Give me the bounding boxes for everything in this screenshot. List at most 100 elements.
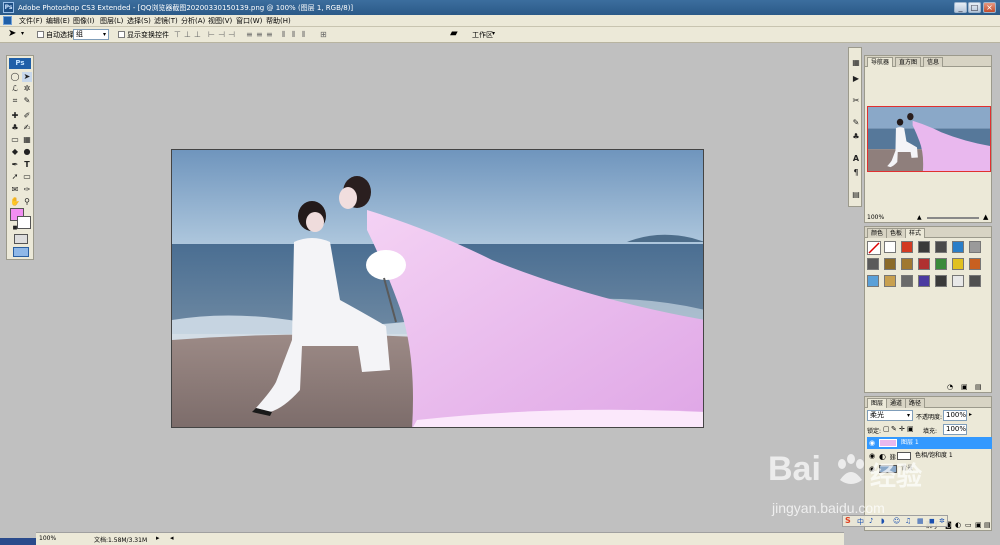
tab-swatches[interactable]: 色板	[886, 228, 907, 238]
minimize-button[interactable]: _	[954, 2, 967, 13]
style-none-swatch[interactable]	[867, 241, 881, 255]
style-swatch[interactable]	[867, 275, 879, 287]
maximize-button[interactable]: □	[968, 2, 981, 13]
doc-icon[interactable]	[3, 16, 12, 25]
style-swatch[interactable]	[867, 258, 879, 270]
tab-histogram[interactable]: 直方图	[895, 57, 922, 67]
clone-stamp-tool-icon[interactable]: ♣	[10, 123, 20, 133]
document-canvas[interactable]	[171, 149, 704, 428]
actions-panel-icon[interactable]: ▶	[851, 74, 861, 84]
crop-tool-icon[interactable]: ⌗	[10, 96, 20, 106]
path-selection-tool-icon[interactable]: ➚	[10, 172, 20, 182]
ime-halfwidth-icon[interactable]: ◗	[881, 517, 885, 525]
hand-tool-icon[interactable]: ✋	[10, 197, 20, 207]
lock-position-icon[interactable]: ✛	[899, 425, 905, 433]
align-vcenter-icon[interactable]: ⊥	[184, 30, 191, 39]
close-button[interactable]: ×	[983, 2, 996, 13]
magic-wand-tool-icon[interactable]: ✲	[22, 84, 32, 94]
slice-tool-icon[interactable]: ✎	[22, 96, 32, 106]
menu-window[interactable]: 窗口(W)	[236, 16, 262, 26]
distribute-bottom-icon[interactable]: ≡	[266, 30, 273, 39]
tab-navigator[interactable]: 导航器	[867, 57, 894, 67]
clone-source-panel-icon[interactable]: ♣	[851, 132, 861, 142]
ime-punct-icon[interactable]: ♪	[869, 517, 873, 525]
navigator-thumbnail[interactable]	[867, 106, 991, 172]
auto-select-checkbox[interactable]	[37, 31, 44, 38]
status-menu-arrow-icon[interactable]: ▸	[156, 534, 160, 542]
ime-skin-icon[interactable]: ◼	[929, 517, 935, 525]
style-swatch[interactable]	[901, 241, 913, 253]
type-tool-icon[interactable]: T	[22, 160, 32, 170]
lock-image-icon[interactable]: ✎	[891, 425, 897, 433]
zoom-tool-icon[interactable]: ⚲	[22, 197, 32, 207]
style-swatch[interactable]	[952, 275, 964, 287]
dodge-tool-icon[interactable]: ●	[22, 147, 32, 157]
align-hcenter-icon[interactable]: ⊣	[218, 30, 225, 39]
style-swatch[interactable]	[969, 258, 981, 270]
bridge-icon[interactable]: ▰	[450, 28, 458, 39]
style-swatch[interactable]	[935, 275, 947, 287]
brushes-panel-icon[interactable]: ✎	[851, 118, 861, 128]
eraser-tool-icon[interactable]: ▭	[10, 135, 20, 145]
style-swatch[interactable]	[952, 258, 964, 270]
zoom-readout[interactable]: 100%	[39, 535, 56, 542]
ime-emoji-icon[interactable]: ☺	[893, 517, 900, 525]
styles-add-icon[interactable]: ▣	[961, 383, 968, 391]
style-swatch[interactable]	[918, 275, 930, 287]
auto-select-dropdown[interactable]: 组 ▾	[73, 29, 109, 40]
move-tool-icon[interactable]: ➤	[22, 72, 32, 82]
paragraph-panel-icon[interactable]: ¶	[851, 168, 861, 178]
healing-brush-tool-icon[interactable]: ✚	[10, 111, 20, 121]
show-transform-checkbox[interactable]	[118, 31, 125, 38]
distribute-left-icon[interactable]: ⫴	[282, 30, 285, 40]
history-brush-tool-icon[interactable]: ✍	[22, 123, 32, 133]
eyedropper-tool-icon[interactable]: ✑	[22, 185, 32, 195]
styles-trash-icon[interactable]: ▤	[975, 383, 982, 391]
menu-analysis[interactable]: 分析(A)	[181, 16, 205, 26]
distribute-vcenter-icon[interactable]: ≡	[256, 30, 263, 39]
marquee-tool-icon[interactable]: ◯	[10, 72, 20, 82]
screen-mode-icon[interactable]	[13, 247, 29, 257]
notes-tool-icon[interactable]: ✉	[10, 185, 20, 195]
pen-tool-icon[interactable]: ✒	[10, 160, 20, 170]
ime-voice-icon[interactable]: ♫	[905, 517, 911, 525]
opacity-input[interactable]: 100%	[943, 410, 967, 421]
quick-mask-icon[interactable]	[14, 234, 28, 244]
zoom-in-icon[interactable]: ▲	[983, 213, 988, 221]
style-swatch[interactable]	[884, 241, 896, 253]
menu-filter[interactable]: 滤镜(T)	[154, 16, 178, 26]
tab-channels[interactable]: 通道	[886, 398, 907, 408]
distribute-hcenter-icon[interactable]: ⫴	[292, 30, 295, 40]
style-swatch[interactable]	[901, 275, 913, 287]
gradient-tool-icon[interactable]: ▦	[22, 135, 32, 145]
tool-presets-panel-icon[interactable]: ✂	[851, 96, 861, 106]
align-right-icon[interactable]: ⊣	[228, 30, 235, 39]
style-swatch[interactable]	[935, 241, 947, 253]
blur-tool-icon[interactable]: ◆	[10, 147, 20, 157]
blend-mode-dropdown[interactable]: 柔光 ▾	[867, 410, 913, 421]
menu-file[interactable]: 文件(F)	[19, 16, 43, 26]
shape-tool-icon[interactable]: ▭	[22, 172, 32, 182]
style-swatch[interactable]	[969, 275, 981, 287]
lock-all-icon[interactable]: ▣	[907, 425, 914, 433]
character-panel-icon[interactable]: A	[851, 154, 861, 164]
menu-edit[interactable]: 编辑(E)	[46, 16, 70, 26]
style-swatch[interactable]	[884, 258, 896, 270]
ime-logo-icon[interactable]: S	[845, 516, 851, 525]
style-swatch[interactable]	[952, 241, 964, 253]
menu-view[interactable]: 视图(V)	[208, 16, 232, 26]
menu-layer[interactable]: 图层(L)	[100, 16, 123, 26]
ime-chinese-icon[interactable]: 中	[857, 517, 864, 527]
lasso-tool-icon[interactable]: ℒ	[10, 84, 20, 94]
fill-input[interactable]: 100%	[943, 424, 967, 435]
style-swatch[interactable]	[918, 258, 930, 270]
history-panel-icon[interactable]: ▦	[851, 58, 861, 68]
layer-comps-panel-icon[interactable]: ▤	[851, 190, 861, 200]
tab-color[interactable]: 颜色	[867, 228, 888, 238]
move-tool-icon[interactable]: ➤	[8, 28, 16, 39]
ime-settings-icon[interactable]: ✲	[939, 517, 945, 525]
tab-layers[interactable]: 图层	[867, 398, 888, 408]
menu-image[interactable]: 图像(I)	[73, 16, 95, 26]
style-swatch[interactable]	[884, 275, 896, 287]
tab-info[interactable]: 信息	[923, 57, 944, 67]
